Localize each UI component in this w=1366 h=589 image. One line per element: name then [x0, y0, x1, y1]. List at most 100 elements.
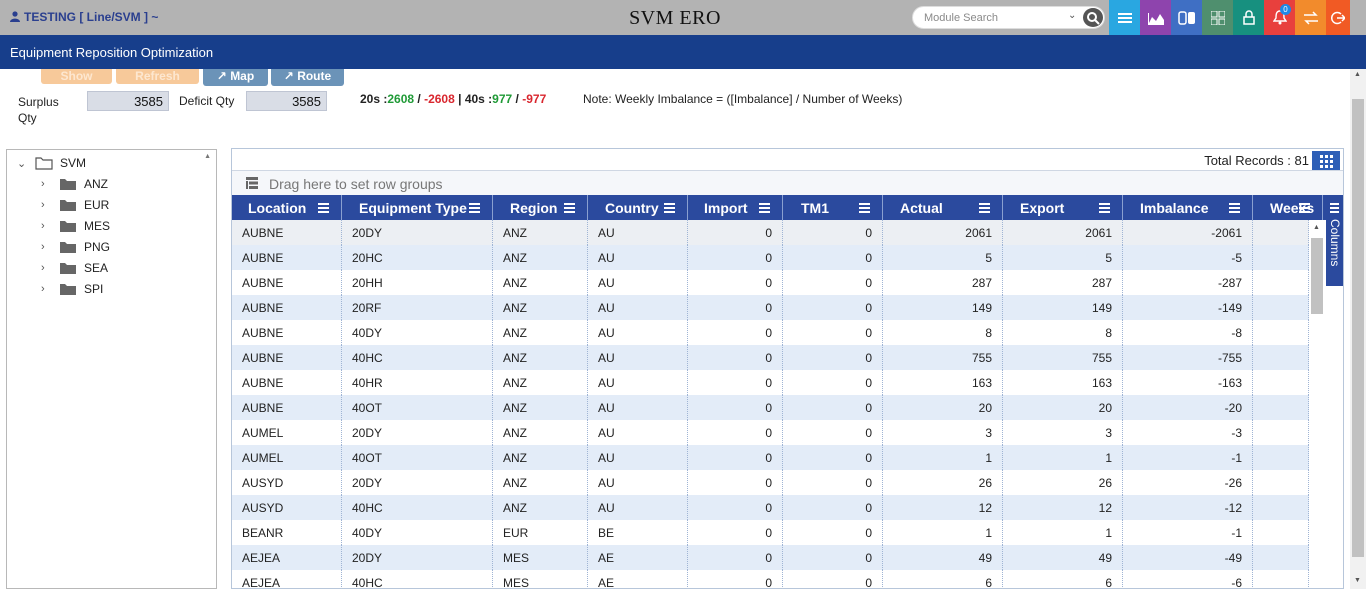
- table-row[interactable]: AUSYD 20DY ANZ AU 0 0 26 26 -26: [232, 470, 1309, 495]
- column-menu-icon[interactable]: [1099, 203, 1110, 215]
- chevron-down-icon[interactable]: ⌄: [1068, 10, 1076, 21]
- chevron-right-icon[interactable]: ›: [41, 283, 55, 295]
- column-menu-icon[interactable]: [1299, 203, 1310, 215]
- table-row[interactable]: AUBNE 40HC ANZ AU 0 0 755 755 -755: [232, 345, 1309, 370]
- table-cell: 20DY: [342, 220, 493, 245]
- column-header-export[interactable]: Export: [1003, 195, 1123, 220]
- table-row[interactable]: AUMEL 40OT ANZ AU 0 0 1 1 -1: [232, 445, 1309, 470]
- folder-icon: [60, 179, 76, 190]
- column-header-label: Import: [704, 200, 748, 216]
- table-row[interactable]: AUSYD 40HC ANZ AU 0 0 12 12 -12: [232, 495, 1309, 520]
- table-row[interactable]: AUBNE 40DY ANZ AU 0 0 8 8 -8: [232, 320, 1309, 345]
- column-header-weeks[interactable]: Weeks: [1253, 195, 1323, 220]
- column-header-location[interactable]: Location: [232, 195, 342, 220]
- table-cell: AUMEL: [232, 420, 342, 445]
- column-menu-icon[interactable]: [318, 203, 329, 215]
- tree-node-eur[interactable]: › EUR: [41, 196, 109, 214]
- table-cell: 40DY: [342, 320, 493, 345]
- column-menu-icon[interactable]: [564, 203, 575, 215]
- scrollbar-thumb[interactable]: [1352, 99, 1364, 557]
- grid-button[interactable]: [1202, 0, 1233, 35]
- table-cell: 755: [883, 345, 1003, 370]
- grid-vertical-scrollbar[interactable]: ▲: [1309, 220, 1325, 588]
- table-cell: AUBNE: [232, 220, 342, 245]
- show-button[interactable]: Show: [41, 69, 112, 84]
- surplus-qty-field[interactable]: 3585: [87, 91, 169, 111]
- column-menu-icon[interactable]: [979, 203, 990, 215]
- column-header-country[interactable]: Country: [588, 195, 688, 220]
- refresh-button[interactable]: Refresh: [116, 69, 199, 84]
- column-header-import[interactable]: Import: [688, 195, 783, 220]
- page-vertical-scrollbar[interactable]: ▲ ▼: [1350, 69, 1366, 589]
- search-button[interactable]: [1083, 8, 1103, 27]
- table-cell: MES: [493, 570, 588, 588]
- notifications-button[interactable]: 0: [1264, 0, 1295, 35]
- stat-20s-positive: 2608: [387, 92, 415, 106]
- scroll-down-icon[interactable]: ▼: [1354, 577, 1361, 584]
- deficit-qty-field[interactable]: 3585: [246, 91, 327, 111]
- table-cell: 20: [1003, 395, 1123, 420]
- columns-tool-panel-tab[interactable]: Columns: [1326, 195, 1343, 286]
- table-row[interactable]: AUBNE 20HC ANZ AU 0 0 5 5 -5: [232, 245, 1309, 270]
- map-button[interactable]: ↗ Map: [203, 69, 268, 86]
- column-header-tm1[interactable]: TM1: [783, 195, 883, 220]
- tree-node-sea[interactable]: › SEA: [41, 259, 108, 277]
- table-row[interactable]: BEANR 40DY EUR BE 0 0 1 1 -1: [232, 520, 1309, 545]
- chevron-right-icon[interactable]: ›: [41, 220, 55, 232]
- table-row[interactable]: AUMEL 20DY ANZ AU 0 0 3 3 -3: [232, 420, 1309, 445]
- table-cell: ANZ: [493, 320, 588, 345]
- transfer-button[interactable]: [1295, 0, 1326, 35]
- column-menu-icon[interactable]: [759, 203, 770, 215]
- scroll-up-icon[interactable]: ▲: [1313, 224, 1320, 231]
- tree-node-root[interactable]: ⌄ SVM: [17, 154, 86, 172]
- menu-button[interactable]: [1109, 0, 1140, 35]
- module-search[interactable]: Module Search ⌄: [912, 6, 1105, 29]
- toggle-button[interactable]: [1171, 0, 1202, 35]
- chart-button[interactable]: [1140, 0, 1171, 35]
- scroll-up-icon[interactable]: ▲: [1354, 71, 1361, 78]
- table-row[interactable]: AUBNE 20RF ANZ AU 0 0 149 149 -149: [232, 295, 1309, 320]
- tree-node-png[interactable]: › PNG: [41, 238, 110, 256]
- chevron-right-icon[interactable]: ›: [41, 199, 55, 211]
- imbalance-stats: 20s :2608 / -2608 | 40s :977 / -977: [360, 92, 547, 106]
- table-cell: 1: [883, 520, 1003, 545]
- column-header-imbalance[interactable]: Imbalance: [1123, 195, 1253, 220]
- column-menu-icon[interactable]: [469, 203, 480, 215]
- table-row[interactable]: AEJEA 20DY MES AE 0 0 49 49 -49: [232, 545, 1309, 570]
- table-row[interactable]: AUBNE 40OT ANZ AU 0 0 20 20 -20: [232, 395, 1309, 420]
- table-cell: AUMEL: [232, 445, 342, 470]
- table-cell: [1253, 470, 1309, 495]
- tree-node-label: ANZ: [84, 177, 108, 191]
- column-menu-icon[interactable]: [1229, 203, 1240, 215]
- grid-options-button[interactable]: [1312, 151, 1340, 171]
- column-header-region[interactable]: Region: [493, 195, 588, 220]
- column-menu-icon[interactable]: [664, 203, 675, 215]
- table-cell: [1253, 420, 1309, 445]
- chevron-right-icon[interactable]: ›: [41, 241, 55, 253]
- search-input[interactable]: Module Search: [924, 12, 998, 24]
- chevron-right-icon[interactable]: ›: [41, 262, 55, 274]
- scroll-up-icon[interactable]: ▲: [204, 153, 211, 160]
- table-row[interactable]: AUBNE 20HH ANZ AU 0 0 287 287 -287: [232, 270, 1309, 295]
- table-cell: 0: [688, 270, 783, 295]
- table-cell: ANZ: [493, 370, 588, 395]
- tree-node-spi[interactable]: › SPI: [41, 280, 103, 298]
- row-group-panel[interactable]: Drag here to set row groups: [232, 170, 1343, 195]
- tree-node-anz[interactable]: › ANZ: [41, 175, 108, 193]
- table-cell: 8: [883, 320, 1003, 345]
- table-row[interactable]: AEJEA 40HC MES AE 0 0 6 6 -6: [232, 570, 1309, 588]
- table-row[interactable]: AUBNE 40HR ANZ AU 0 0 163 163 -163: [232, 370, 1309, 395]
- column-header-equipment-type[interactable]: Equipment Type: [342, 195, 493, 220]
- lock-button[interactable]: [1233, 0, 1264, 35]
- route-button[interactable]: ↗ Route: [271, 69, 344, 86]
- column-header-actual[interactable]: Actual: [883, 195, 1003, 220]
- scrollbar-thumb[interactable]: [1311, 238, 1323, 314]
- column-menu-icon[interactable]: [859, 203, 870, 215]
- chevron-down-icon[interactable]: ⌄: [17, 157, 31, 170]
- chevron-right-icon[interactable]: ›: [41, 178, 55, 190]
- logout-button[interactable]: [1326, 0, 1350, 35]
- stat-40s-label: 40s :: [464, 92, 493, 106]
- tree-node-mes[interactable]: › MES: [41, 217, 110, 235]
- table-row[interactable]: AUBNE 20DY ANZ AU 0 0 2061 2061 -2061: [232, 220, 1309, 245]
- table-cell: MES: [493, 545, 588, 570]
